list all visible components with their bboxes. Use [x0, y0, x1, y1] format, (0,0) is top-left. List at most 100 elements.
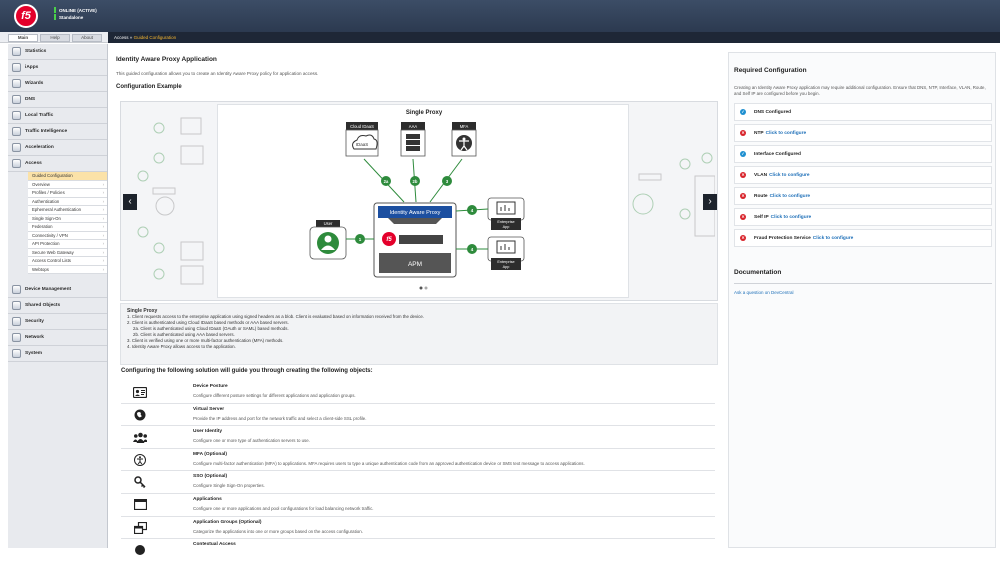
sidebar-item-system[interactable]: System — [8, 346, 107, 362]
object-name: User Identity — [193, 429, 223, 435]
iap-label: Identity Aware Proxy — [390, 210, 441, 216]
list-item: Contextual Access — [121, 539, 715, 562]
id-card-icon — [133, 386, 147, 398]
sidebar-item-label: Statistics — [25, 49, 47, 54]
error-icon: ✕ — [740, 235, 746, 241]
submenu-webtops[interactable]: Webtops › — [28, 265, 107, 274]
object-desc: Configure one or more applications and p… — [193, 505, 374, 511]
tab-about[interactable]: About — [72, 34, 102, 42]
req-label: Fraud Protection Service — [754, 235, 811, 241]
sidebar-item-label: DNS — [25, 97, 36, 102]
tab-main[interactable]: Main — [8, 34, 38, 42]
chevron-right-icon: › — [102, 224, 104, 229]
sidebar-item-label: System — [25, 351, 43, 356]
sidebar-item-iapps[interactable]: iApps — [8, 60, 107, 76]
chevron-right-icon: › — [102, 258, 104, 263]
submenu-access-control-lists[interactable]: Access Control Lists › — [28, 257, 107, 266]
carousel-prev-button[interactable]: ‹ — [123, 194, 137, 210]
svg-text:f5: f5 — [386, 237, 392, 243]
error-icon: ✕ — [740, 193, 746, 199]
configure-vlan-link[interactable]: Click to configure — [769, 173, 810, 178]
req-item-interface: ✓ Interface Configured — [734, 145, 992, 163]
submenu-single-sign-on[interactable]: Single Sign-On › — [28, 214, 107, 223]
sidebar-item-shared-objects[interactable]: Shared Objects — [8, 298, 107, 314]
req-item-fraud-protection: ✕ Fraud Protection Service Click to config… — [734, 229, 992, 247]
cloud-idaas-label: Cloud IDaaS — [350, 124, 374, 129]
cloud-idaas-node: Cloud IDaaS IDaaS — [345, 122, 379, 157]
object-desc: Configure different posture settings for… — [193, 393, 356, 398]
carousel-next-button[interactable]: › — [703, 194, 717, 210]
breadcrumb: Access » Guided Configuration — [108, 32, 1000, 43]
submenu-profiles-policies[interactable]: Profiles / Policies › — [28, 189, 107, 198]
sidebar-item-access[interactable]: Access — [8, 156, 107, 172]
breadcrumb-section[interactable]: Access — [114, 35, 129, 40]
chevron-right-icon: › — [102, 215, 104, 221]
acceleration-icon — [12, 143, 21, 152]
object-name: Application Groups (Optional) — [193, 519, 262, 525]
configure-ntp-link[interactable]: Click to configure — [766, 131, 807, 136]
system-icon — [12, 349, 21, 358]
submenu-overview[interactable]: Overview › — [28, 180, 107, 189]
chevron-right-icon: › — [102, 249, 104, 255]
req-item-dns: ✓ DNS Configured — [734, 103, 992, 121]
enterprise-app-top: Enterprise App — [487, 197, 525, 230]
submenu-ephemeral-authentication[interactable]: Ephemeral Authentication › — [28, 206, 107, 215]
sidebar-item-wizards[interactable]: Wizards — [8, 76, 107, 92]
submenu-authentication[interactable]: Authentication › — [28, 197, 107, 206]
example-carousel: ‹ › Single Proxy Cloud IDaaS IDaaS AAA M… — [120, 101, 718, 301]
single-proxy-diagram: Single Proxy Cloud IDaaS IDaaS AAA MFA 2… — [309, 110, 525, 290]
object-name: MFA (Optional) — [193, 451, 227, 457]
accessibility-icon — [133, 453, 147, 466]
check-icon: ✓ — [740, 151, 746, 157]
sidebar-item-dns[interactable]: DNS — [8, 92, 107, 108]
submenu-connectivity-vpn[interactable]: Connectivity / VPN › — [28, 231, 107, 240]
object-name: Contextual Access — [193, 542, 236, 548]
list-item: SSO (Optional) Configure Single Sign-On … — [121, 471, 715, 494]
chevron-right-icon: › — [102, 181, 104, 187]
chevron-right-icon: › — [102, 241, 104, 246]
list-item: Applications Configure one or more appli… — [121, 494, 715, 517]
app-group-icon — [133, 521, 147, 534]
local-traffic-icon — [12, 111, 21, 120]
configure-route-link[interactable]: Click to configure — [770, 194, 811, 199]
submenu-secure-web-gateway[interactable]: Secure Web Gateway › — [28, 248, 107, 257]
device-management-icon — [12, 285, 21, 294]
configure-fraud-protection-link[interactable]: Click to configure — [813, 236, 854, 241]
devcentral-link[interactable]: Ask a question on DevCentral — [734, 290, 794, 295]
sidebar-item-label: Wizards — [25, 81, 44, 86]
submenu-federation[interactable]: Federation › — [28, 223, 107, 232]
sidebar-item-label: Security — [25, 319, 44, 324]
sidebar-item-statistics[interactable]: Statistics — [8, 44, 107, 60]
object-name: SSO (Optional) — [193, 474, 228, 480]
object-desc: Categorize the applications into one or … — [193, 528, 363, 534]
submenu-guided-configuration[interactable]: Guided Configuration — [28, 172, 107, 181]
f5-logo[interactable]: f5 — [14, 4, 38, 28]
configure-self-ip-link[interactable]: Click to configure — [771, 215, 812, 220]
sidebar-item-local-traffic[interactable]: Local Traffic — [8, 108, 107, 124]
req-item-vlan: ✕ VLAN Click to configure — [734, 166, 992, 184]
context-icon — [133, 544, 147, 556]
page-title: Identity Aware Proxy Application — [116, 56, 217, 63]
sidebar-item-network[interactable]: Network — [8, 330, 107, 346]
objects-heading: Configuring the following solution will … — [121, 368, 373, 374]
example-heading: Configuration Example — [116, 84, 182, 90]
req-label: DNS Configured — [754, 109, 792, 115]
sidebar-item-security[interactable]: Security — [8, 314, 107, 330]
sidebar-item-acceleration[interactable]: Acceleration — [8, 140, 107, 156]
objects-list: Device Posture Configure different postu… — [121, 381, 715, 562]
diagram-title: Single Proxy — [406, 110, 443, 116]
sidebar-item-traffic-intelligence[interactable]: Traffic Intelligence — [8, 124, 107, 140]
chevron-right-icon: › — [102, 266, 104, 272]
object-name: Applications — [193, 496, 222, 502]
submenu-api-protection[interactable]: API Protection › — [28, 240, 107, 249]
apm-label: APM — [408, 261, 422, 268]
list-item: User Identity Configure one or more type… — [121, 426, 715, 449]
chevron-right-icon: › — [102, 207, 104, 212]
tab-help[interactable]: Help — [40, 34, 70, 42]
submenu-label: Access Control Lists — [32, 258, 71, 263]
submenu-label: Guided Configuration — [32, 173, 73, 178]
sidebar-item-device-management[interactable]: Device Management — [8, 282, 107, 298]
carousel-dot — [424, 286, 428, 290]
network-icon — [12, 333, 21, 342]
